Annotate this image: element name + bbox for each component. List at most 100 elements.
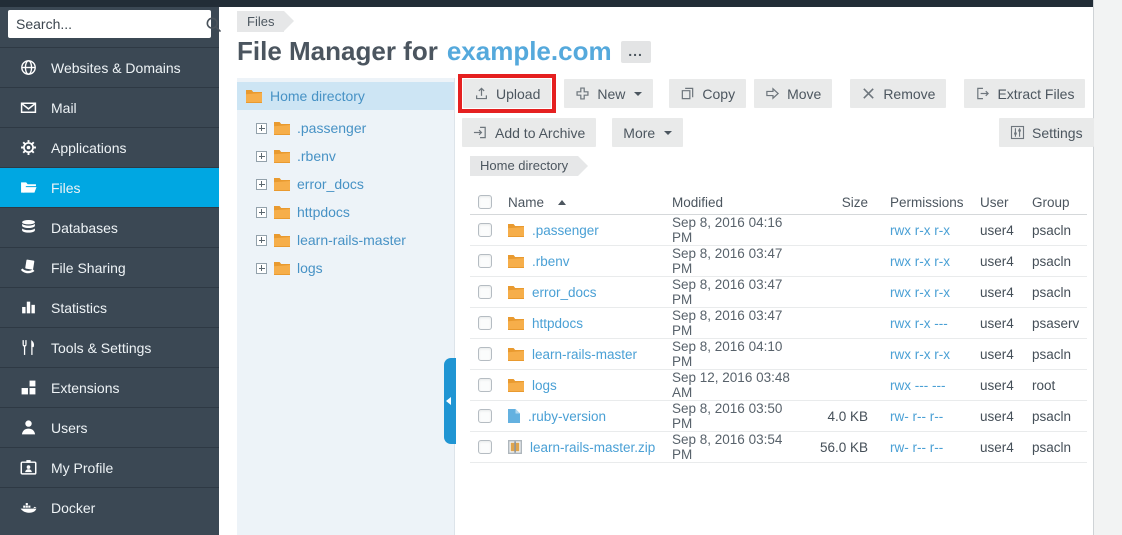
tree-item-httpdocs[interactable]: httpdocs <box>237 198 454 226</box>
tree-item-label: logs <box>297 260 323 276</box>
column-header-permissions[interactable]: Permissions <box>872 195 980 210</box>
tree-item-learn-rails-master[interactable]: learn-rails-master <box>237 226 454 254</box>
copy-button[interactable]: Copy <box>669 79 746 108</box>
folder-icon <box>246 89 262 103</box>
table-row: error_docs Sep 8, 2016 03:47 PM rwx r-x … <box>470 277 1087 308</box>
user-cell: user4 <box>980 254 1032 269</box>
sidebar-item-databases[interactable]: Databases <box>0 207 219 247</box>
title-more-button[interactable]: ... <box>621 41 651 63</box>
file-name-link[interactable]: error_docs <box>532 285 597 300</box>
move-button[interactable]: Move <box>754 79 832 108</box>
sidebar-item-file-sharing[interactable]: File Sharing <box>0 247 219 287</box>
file-name-link[interactable]: learn-rails-master.zip <box>530 440 655 455</box>
tree-item-home-directory[interactable]: Home directory <box>237 82 454 110</box>
group-cell: psacln <box>1032 440 1087 455</box>
sidebar-item-label: Tools & Settings <box>51 340 151 356</box>
search-input[interactable] <box>8 16 205 32</box>
user-cell: user4 <box>980 285 1032 300</box>
domain-link[interactable]: example.com <box>447 36 612 67</box>
expand-icon[interactable] <box>256 179 267 190</box>
remove-label: Remove <box>883 86 935 102</box>
file-name-link[interactable]: .rbenv <box>532 254 570 269</box>
expand-icon[interactable] <box>256 235 267 246</box>
row-checkbox[interactable] <box>478 378 492 392</box>
tree-item-error-docs[interactable]: error_docs <box>237 170 454 198</box>
row-checkbox[interactable] <box>478 409 492 423</box>
sidebar-item-extensions[interactable]: Extensions <box>0 367 219 407</box>
sidebar-item-mail[interactable]: Mail <box>0 87 219 127</box>
settings-button[interactable]: Settings <box>999 118 1094 147</box>
size-cell: 56.0 KB <box>800 440 872 455</box>
modified-cell: Sep 8, 2016 04:10 PM <box>672 339 800 369</box>
column-header-modified[interactable]: Modified <box>672 195 800 210</box>
column-header-group[interactable]: Group <box>1032 195 1087 210</box>
more-button[interactable]: More <box>612 118 683 147</box>
copy-label: Copy <box>702 86 735 102</box>
magnifier-icon[interactable] <box>205 16 222 33</box>
file-name-link[interactable]: learn-rails-master <box>532 347 637 362</box>
permissions-link[interactable]: rw- r-- r-- <box>890 409 943 424</box>
sidebar-item-statistics[interactable]: Statistics <box>0 287 219 327</box>
tools-icon <box>20 339 37 356</box>
column-header-user[interactable]: User <box>980 195 1032 210</box>
file-name-link[interactable]: logs <box>532 378 557 393</box>
row-checkbox[interactable] <box>478 440 492 454</box>
add-to-archive-button[interactable]: Add to Archive <box>462 118 596 147</box>
row-checkbox[interactable] <box>478 316 492 330</box>
sidebar-item-websites-domains[interactable]: Websites & Domains <box>0 47 219 87</box>
right-gutter <box>1093 0 1122 535</box>
sidebar-item-label: Files <box>51 180 81 196</box>
row-checkbox[interactable] <box>478 347 492 361</box>
file-name-link[interactable]: httpdocs <box>532 316 583 331</box>
tree-item-logs[interactable]: logs <box>237 254 454 282</box>
row-checkbox[interactable] <box>478 254 492 268</box>
file-name-link[interactable]: .passenger <box>532 223 599 238</box>
sidebar-item-files[interactable]: Files <box>0 167 219 207</box>
add-to-archive-label: Add to Archive <box>495 125 585 141</box>
remove-button[interactable]: Remove <box>850 79 946 108</box>
permissions-link[interactable]: rwx r-x r-x <box>890 347 950 362</box>
expand-icon[interactable] <box>256 151 267 162</box>
column-header-size[interactable]: Size <box>800 195 872 210</box>
permissions-link[interactable]: rwx r-x r-x <box>890 254 950 269</box>
modified-cell: Sep 8, 2016 03:47 PM <box>672 246 800 276</box>
row-checkbox[interactable] <box>478 285 492 299</box>
permissions-link[interactable]: rwx --- --- <box>890 378 945 393</box>
upload-button[interactable]: Upload <box>463 79 551 108</box>
tree-item-passenger[interactable]: .passenger <box>237 114 454 142</box>
move-arrow-icon <box>765 86 780 101</box>
sidebar-item-tools-settings[interactable]: Tools & Settings <box>0 327 219 367</box>
breadcrumb-files[interactable]: Files <box>237 11 284 32</box>
select-all-checkbox[interactable] <box>478 195 492 209</box>
breadcrumb-home-directory[interactable]: Home directory <box>470 156 578 176</box>
permissions-link[interactable]: rw- r-- r-- <box>890 440 943 455</box>
new-button[interactable]: New <box>564 79 653 108</box>
extract-files-button[interactable]: Extract Files <box>964 79 1085 108</box>
sidebar-item-applications[interactable]: Applications <box>0 127 219 167</box>
table-row: learn-rails-master Sep 8, 2016 04:10 PM … <box>470 339 1087 370</box>
permissions-link[interactable]: rwx r-x r-x <box>890 285 950 300</box>
tree-item-rbenv[interactable]: .rbenv <box>237 142 454 170</box>
expand-icon[interactable] <box>256 263 267 274</box>
upload-label: Upload <box>496 86 540 102</box>
database-icon <box>20 219 37 236</box>
toolbar-row-2: Add to Archive More <box>462 118 683 147</box>
permissions-link[interactable]: rwx r-x --- <box>890 316 948 331</box>
sidebar-item-docker[interactable]: Docker <box>0 487 219 527</box>
sidebar-item-users[interactable]: Users <box>0 407 219 447</box>
user-cell: user4 <box>980 409 1032 424</box>
top-bar <box>0 0 1093 7</box>
id-card-icon <box>20 459 37 476</box>
tree-collapse-handle[interactable] <box>444 358 456 444</box>
copy-icon <box>680 86 695 101</box>
sliders-icon <box>1010 125 1025 140</box>
permissions-link[interactable]: rwx r-x r-x <box>890 223 950 238</box>
sidebar-item-my-profile[interactable]: My Profile <box>0 447 219 487</box>
expand-icon[interactable] <box>256 123 267 134</box>
group-cell: psacln <box>1032 285 1087 300</box>
row-checkbox[interactable] <box>478 223 492 237</box>
plus-icon <box>575 86 590 101</box>
expand-icon[interactable] <box>256 207 267 218</box>
file-name-link[interactable]: .ruby-version <box>528 409 606 424</box>
column-header-name[interactable]: Name <box>508 195 672 210</box>
